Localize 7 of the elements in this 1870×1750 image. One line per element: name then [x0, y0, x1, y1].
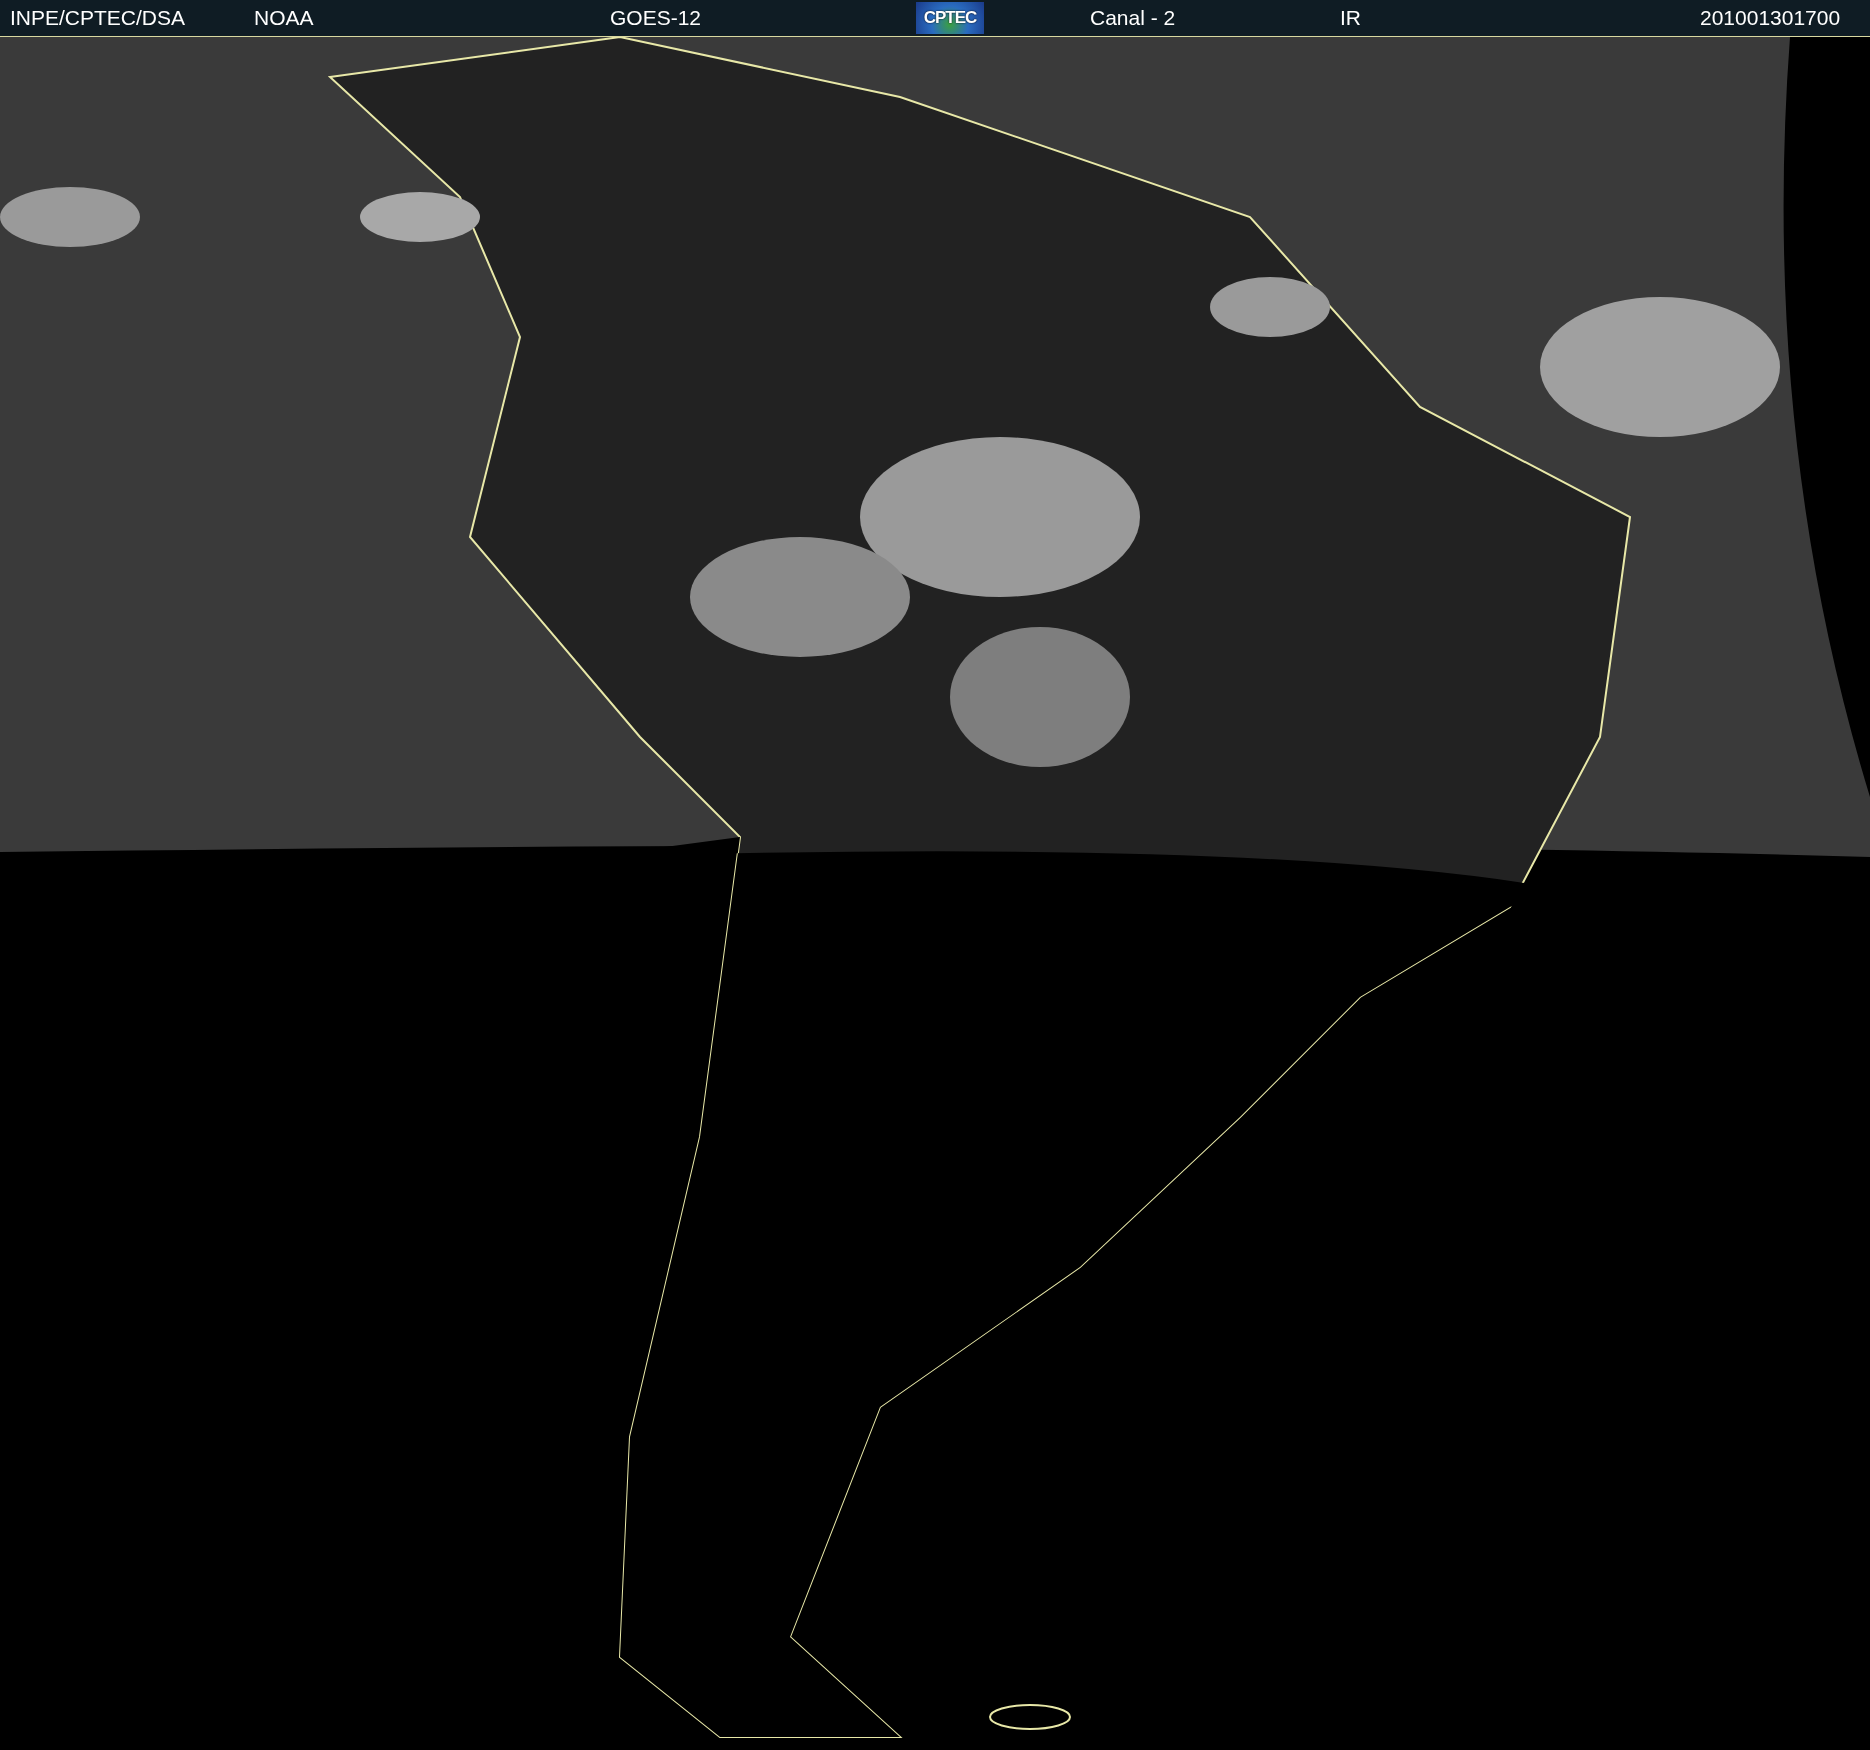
band-label: IR	[1339, 6, 1362, 30]
cptec-logo: CPTEC	[916, 2, 984, 34]
timestamp-label: 201001301700	[1699, 6, 1842, 30]
source-label: INPE/CPTEC/DSA	[9, 6, 187, 30]
satellite-label: GOES-12	[609, 6, 703, 30]
agency-label: NOAA	[253, 6, 315, 30]
channel-label: Canal - 2	[1089, 6, 1177, 30]
